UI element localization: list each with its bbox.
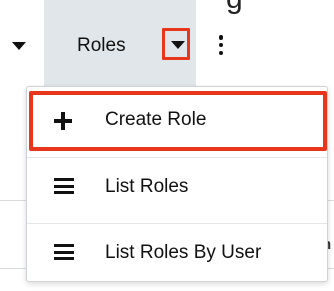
- nav-tab-roles[interactable]: Roles: [44, 0, 196, 88]
- header-partial-text: g: [226, 0, 243, 14]
- caret-down-icon: [171, 41, 185, 49]
- menu-item-label: List Roles By User: [105, 242, 262, 263]
- caret-down-icon[interactable]: [12, 42, 26, 50]
- menu-item-list-roles[interactable]: List Roles: [27, 157, 327, 213]
- menu-item-list-roles-by-user[interactable]: List Roles By User: [27, 223, 327, 279]
- list-icon: [54, 244, 74, 260]
- nav-tab-label[interactable]: Roles: [77, 35, 126, 57]
- more-options-icon[interactable]: [218, 35, 224, 55]
- menu-item-label: List Roles: [105, 176, 189, 197]
- highlight-outline: [29, 91, 327, 151]
- tab-dropdown-toggle[interactable]: [162, 28, 190, 60]
- list-icon: [54, 178, 74, 194]
- screenshot-stage: g Roles h Create Role List Roles List Ro…: [0, 0, 334, 291]
- roles-dropdown-menu: Create Role List Roles List Roles By Use…: [26, 86, 328, 282]
